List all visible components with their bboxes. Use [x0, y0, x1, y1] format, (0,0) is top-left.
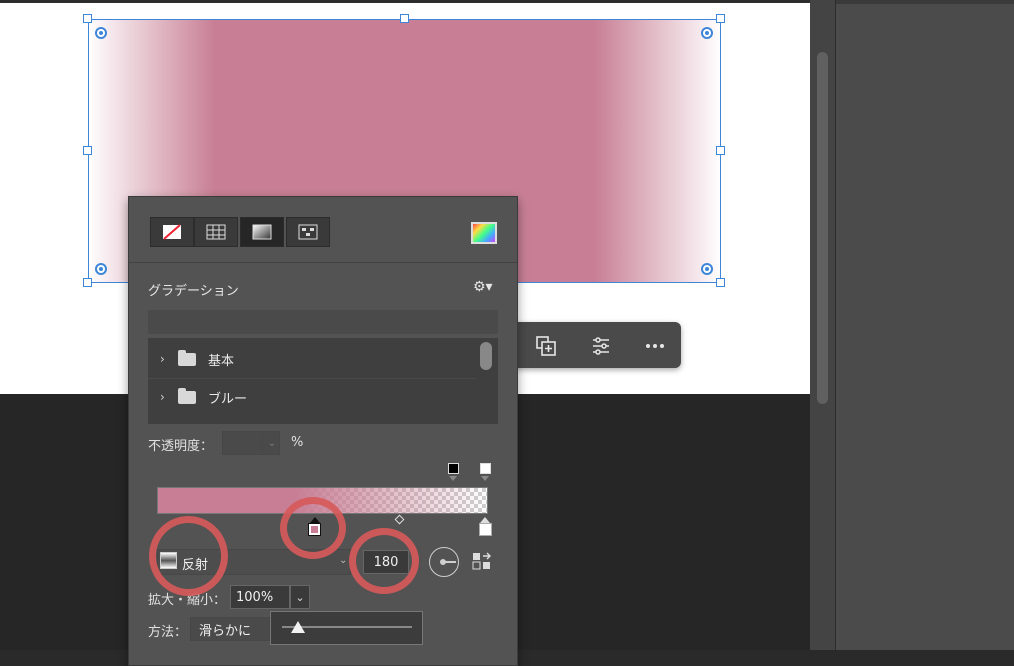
resize-handle-right[interactable] [716, 146, 725, 155]
corner-radius-handle-bottom-right[interactable] [701, 263, 713, 275]
annotation-circle [280, 497, 346, 559]
gear-icon[interactable]: ⚙▾ [473, 279, 493, 295]
method-select[interactable]: 滑らかに [190, 617, 270, 641]
chevron-down-icon: ⌄ [339, 555, 348, 566]
opacity-stop-pointer [481, 476, 489, 481]
annotation-circle [149, 516, 228, 596]
annotation-circle [349, 528, 419, 594]
vertical-scrollbar-thumb[interactable] [817, 52, 828, 404]
opacity-label: 不透明度： [148, 439, 214, 454]
properties-side-panel [836, 0, 1014, 650]
folder-row-blue[interactable]: › ブルー [148, 378, 476, 416]
angle-dial-icon[interactable] [429, 547, 459, 577]
folder-row-basic[interactable]: › 基本 [148, 340, 476, 378]
method-label: 方法： [148, 625, 188, 640]
resize-handle-left[interactable] [83, 146, 92, 155]
canvas-top-border [0, 0, 810, 3]
chevron-down-icon[interactable]: ⌄ [290, 585, 310, 609]
opacity-stop-black[interactable] [448, 463, 459, 474]
chevron-down-icon[interactable]: ⌄ [262, 433, 281, 453]
chevron-right-icon[interactable]: › [160, 390, 170, 404]
fill-none-button[interactable] [150, 217, 194, 247]
color-picker-icon[interactable] [471, 222, 497, 244]
gradient-icon [252, 224, 272, 240]
image-pattern-icon [298, 224, 318, 240]
corner-radius-handle-top-right[interactable] [701, 27, 713, 39]
opacity-unit: % [291, 435, 304, 450]
color-stop-white[interactable] [479, 523, 492, 536]
resize-handle-bottom-left[interactable] [83, 278, 92, 287]
smoothness-slider-thumb[interactable] [291, 621, 305, 633]
none-icon [163, 224, 181, 240]
resize-handle-top[interactable] [400, 14, 409, 23]
folder-label: ブルー [208, 391, 248, 407]
more-icon[interactable] [641, 332, 669, 360]
resize-handle-bottom-right[interactable] [716, 278, 725, 287]
folder-label: 基本 [208, 353, 235, 369]
fill-color-button[interactable] [194, 217, 238, 247]
opacity-stop-pointer [449, 476, 457, 481]
duplicate-icon[interactable] [532, 332, 560, 360]
corner-radius-handle-top-left[interactable] [95, 27, 107, 39]
preset-search-input[interactable] [148, 310, 498, 334]
resize-handle-top-left[interactable] [83, 14, 92, 23]
folder-icon [178, 387, 196, 404]
reverse-gradient-icon[interactable] [472, 551, 492, 571]
corner-radius-handle-bottom-left[interactable] [95, 263, 107, 275]
chevron-right-icon[interactable]: › [160, 352, 170, 366]
side-panel-header [836, 0, 1014, 4]
resize-handle-top-right[interactable] [716, 14, 725, 23]
panel-separator [128, 262, 518, 263]
fill-pattern-button[interactable] [286, 217, 330, 247]
scale-input[interactable]: 100% [230, 585, 290, 609]
preset-list-scrollbar[interactable] [480, 342, 492, 370]
adjustments-icon[interactable] [587, 332, 615, 360]
opacity-stop-white[interactable] [480, 463, 491, 474]
folder-icon [178, 349, 196, 366]
pattern-icon [206, 224, 226, 240]
fill-gradient-button[interactable] [240, 217, 284, 247]
panel-title: グラデーション [148, 284, 239, 299]
